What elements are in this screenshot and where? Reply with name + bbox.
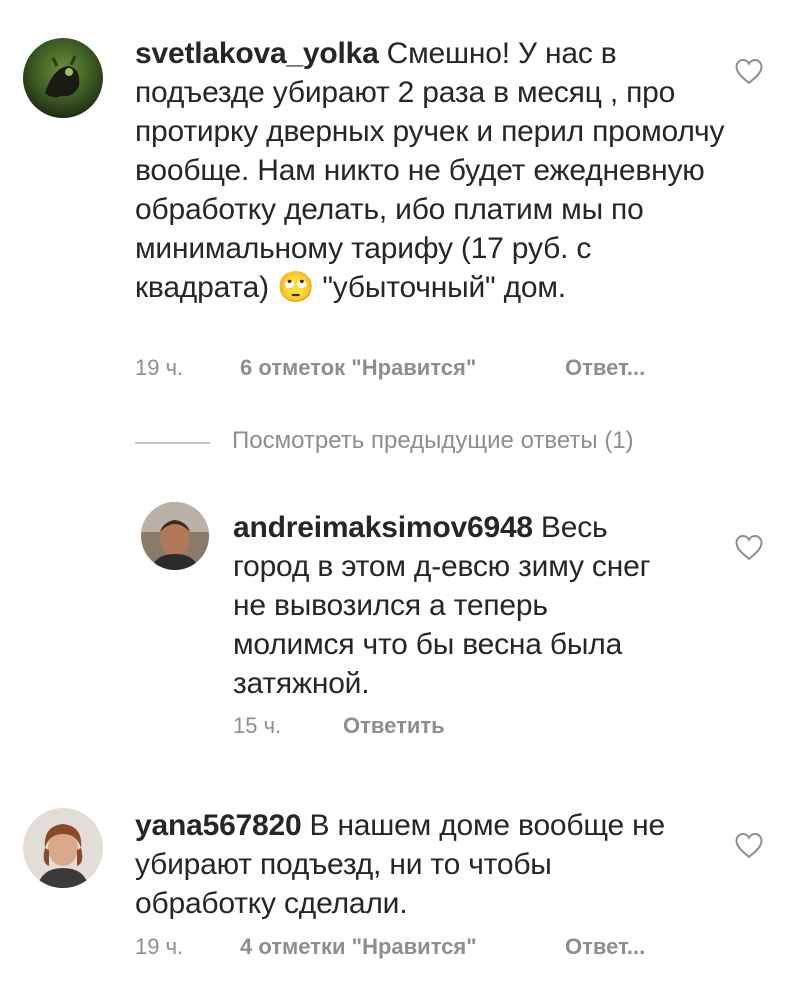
comment-time: 19 ч. xyxy=(135,355,184,380)
heart-outline-icon[interactable] xyxy=(734,533,764,561)
comment-likes[interactable]: 4 отметки "Нравится" xyxy=(240,934,565,960)
avatar[interactable] xyxy=(23,808,103,888)
view-previous-replies[interactable]: Посмотреть предыдущие ответы (1) xyxy=(135,425,735,461)
heart-outline-icon[interactable] xyxy=(734,831,764,859)
comment-text: andreimaksimov6948 Весь город в этом д-ев… xyxy=(233,508,673,703)
comment-body: Смешно! У нас в подъезде убирают 2 раза … xyxy=(135,37,725,304)
avatar[interactable] xyxy=(141,502,209,570)
comment-username[interactable]: yana567820 xyxy=(135,809,302,842)
avatar[interactable] xyxy=(23,38,103,118)
comment-text: yana567820 В нашем доме вообще не убирают… xyxy=(135,806,695,923)
view-previous-replies-label[interactable]: Посмотреть предыдущие ответы (1) xyxy=(232,427,634,455)
comment-time: 15 ч. xyxy=(233,713,282,738)
comment-meta: 19 ч. 6 отметок "Нравится" Ответ... xyxy=(135,355,645,381)
heart-outline-icon[interactable] xyxy=(734,57,764,85)
comment-meta: 15 ч. Ответить xyxy=(233,713,445,739)
divider-line xyxy=(135,442,210,444)
reply-button[interactable]: Ответить xyxy=(343,713,445,739)
comment-meta: 19 ч. 4 отметки "Нравится" Ответ... xyxy=(135,934,645,960)
comment-text: svetlakova_yolka Смешно! У нас в подъезде… xyxy=(135,34,725,307)
comment-username[interactable]: andreimaksimov6948 xyxy=(233,511,533,544)
comment-time: 19 ч. xyxy=(135,934,184,959)
comment-likes[interactable]: 6 отметок "Нравится" xyxy=(240,355,565,381)
reply-button[interactable]: Ответ... xyxy=(565,934,645,960)
reply-button[interactable]: Ответ... xyxy=(565,355,645,381)
comment-username[interactable]: svetlakova_yolka xyxy=(135,37,379,70)
